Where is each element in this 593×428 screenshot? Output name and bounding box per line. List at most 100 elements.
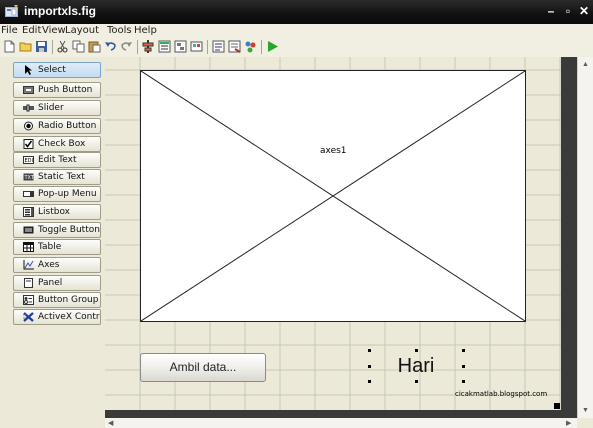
selection-handle[interactable] [462, 380, 465, 383]
minimize-icon[interactable]: – [544, 4, 558, 18]
radio-icon [24, 121, 33, 131]
toolbar-separator [137, 40, 138, 54]
window-title: importxls.fig [24, 4, 97, 18]
save-icon[interactable] [35, 40, 48, 53]
popup-icon [23, 191, 34, 197]
run-icon[interactable] [266, 40, 279, 53]
palette-toggle-button[interactable]: Toggle Button [13, 222, 101, 238]
selection-handle[interactable] [415, 349, 418, 352]
ok-button-icon [23, 86, 34, 94]
menu-edit[interactable]: Edit [22, 25, 41, 36]
tab-order-editor-icon[interactable] [174, 40, 187, 53]
toggle-icon [23, 226, 34, 234]
palette-push-button[interactable]: Push Button [13, 82, 101, 98]
palette-slider[interactable]: Slider [13, 100, 101, 116]
edit-text-icon: EDIT [23, 156, 34, 164]
palette-table[interactable]: Table [13, 239, 101, 255]
selection-handle[interactable] [415, 380, 418, 383]
mfile-editor-icon[interactable] [212, 40, 225, 53]
toolbar-editor-icon[interactable] [190, 40, 203, 53]
copy-icon[interactable] [72, 40, 85, 53]
axes-tag-label: axes1 [320, 146, 347, 156]
axes-cross [141, 71, 525, 321]
object-browser-icon[interactable] [244, 40, 257, 53]
menu-bar: File Edit View Layout Tools Help [0, 24, 593, 38]
palette-label: Push Button [38, 85, 93, 95]
vertical-scrollbar[interactable]: ▲ ▼ [577, 57, 593, 418]
slider-icon [23, 104, 34, 112]
scroll-down-icon[interactable]: ▼ [582, 407, 589, 414]
listbox-icon [23, 207, 34, 217]
guide-app-icon [5, 5, 18, 17]
activex-icon [23, 312, 34, 322]
cut-icon[interactable] [56, 40, 69, 53]
layout-editor-canvas[interactable]: axes1 Ambil data... Hari cicakmatlab.blo… [105, 57, 577, 418]
paste-icon[interactable] [88, 40, 101, 53]
toolbar-separator [207, 40, 208, 54]
axes1-placeholder[interactable]: axes1 [140, 70, 526, 322]
menu-editor-icon[interactable] [158, 40, 171, 53]
title-bar: importxls.fig – ▫ ✕ [0, 0, 593, 24]
menu-tools[interactable]: Tools [107, 25, 132, 36]
palette-activex-control[interactable]: ActiveX Control [13, 309, 101, 325]
palette-radio-button[interactable]: Radio Button [13, 118, 101, 134]
palette-listbox[interactable]: Listbox [13, 204, 101, 220]
toolbar-separator [261, 40, 262, 54]
palette-panel[interactable]: Panel [13, 275, 101, 291]
figure-border-right [561, 57, 577, 418]
palette-edit-text[interactable]: EDIT Edit Text [13, 152, 101, 168]
horizontal-scrollbar[interactable]: ◀ ▶ [105, 418, 577, 428]
palette-label: Static Text [38, 172, 85, 182]
scroll-up-icon[interactable]: ▲ [582, 61, 589, 68]
selection-handle[interactable] [368, 365, 371, 368]
palette-label: Axes [38, 260, 60, 270]
selection-handle[interactable] [368, 349, 371, 352]
new-file-icon[interactable] [3, 40, 16, 53]
palette-static-text[interactable]: TXT Static Text [13, 169, 101, 185]
undo-icon[interactable] [104, 40, 117, 53]
scroll-left-icon[interactable]: ◀ [108, 419, 113, 427]
selection-handle[interactable] [462, 365, 465, 368]
button-group-icon [23, 295, 34, 305]
ambil-data-button[interactable]: Ambil data... [140, 353, 266, 382]
palette-label: Radio Button [38, 121, 97, 131]
selection-handle[interactable] [462, 349, 465, 352]
palette-label: Listbox [38, 207, 71, 217]
figure-resize-handle[interactable] [554, 403, 560, 409]
svg-text:TXT: TXT [24, 175, 35, 181]
toolbar [0, 38, 593, 58]
palette-popup-menu[interactable]: Pop-up Menu [13, 186, 101, 202]
table-icon [23, 242, 34, 252]
menu-file[interactable]: File [1, 25, 18, 36]
hari-static-text[interactable]: Hari [368, 351, 464, 381]
scrollbar-corner [577, 418, 593, 428]
component-palette: Select Push Button Slider Radio Button C… [0, 57, 105, 428]
redo-icon[interactable] [120, 40, 133, 53]
checkbox-icon [23, 139, 34, 149]
toolbar-separator [52, 40, 53, 54]
menu-view[interactable]: View [42, 25, 66, 36]
property-inspector-icon[interactable] [228, 40, 241, 53]
palette-label: Button Group [38, 295, 99, 305]
close-icon[interactable]: ✕ [577, 4, 591, 18]
palette-label: Edit Text [38, 155, 77, 165]
palette-button-group[interactable]: Button Group [13, 292, 101, 308]
menu-layout[interactable]: Layout [65, 25, 99, 36]
scroll-right-icon[interactable]: ▶ [566, 419, 571, 427]
palette-axes[interactable]: Axes [13, 257, 101, 273]
palette-select[interactable]: Select [13, 62, 101, 78]
palette-label: Toggle Button [38, 225, 100, 235]
palette-label: Panel [38, 278, 63, 288]
align-objects-icon[interactable] [142, 40, 155, 53]
open-folder-icon[interactable] [19, 40, 32, 53]
palette-label: Select [38, 65, 66, 75]
palette-label: Pop-up Menu [38, 189, 97, 199]
selection-handle[interactable] [368, 380, 371, 383]
arrow-cursor-icon [25, 65, 32, 75]
axes-icon [23, 260, 34, 270]
menu-help[interactable]: Help [134, 25, 157, 36]
maximize-icon[interactable]: ▫ [561, 4, 575, 18]
static-text-icon: TXT [23, 173, 35, 181]
palette-check-box[interactable]: Check Box [13, 136, 101, 152]
credit-text: cicakmatlab.blogspot.com [455, 390, 548, 398]
